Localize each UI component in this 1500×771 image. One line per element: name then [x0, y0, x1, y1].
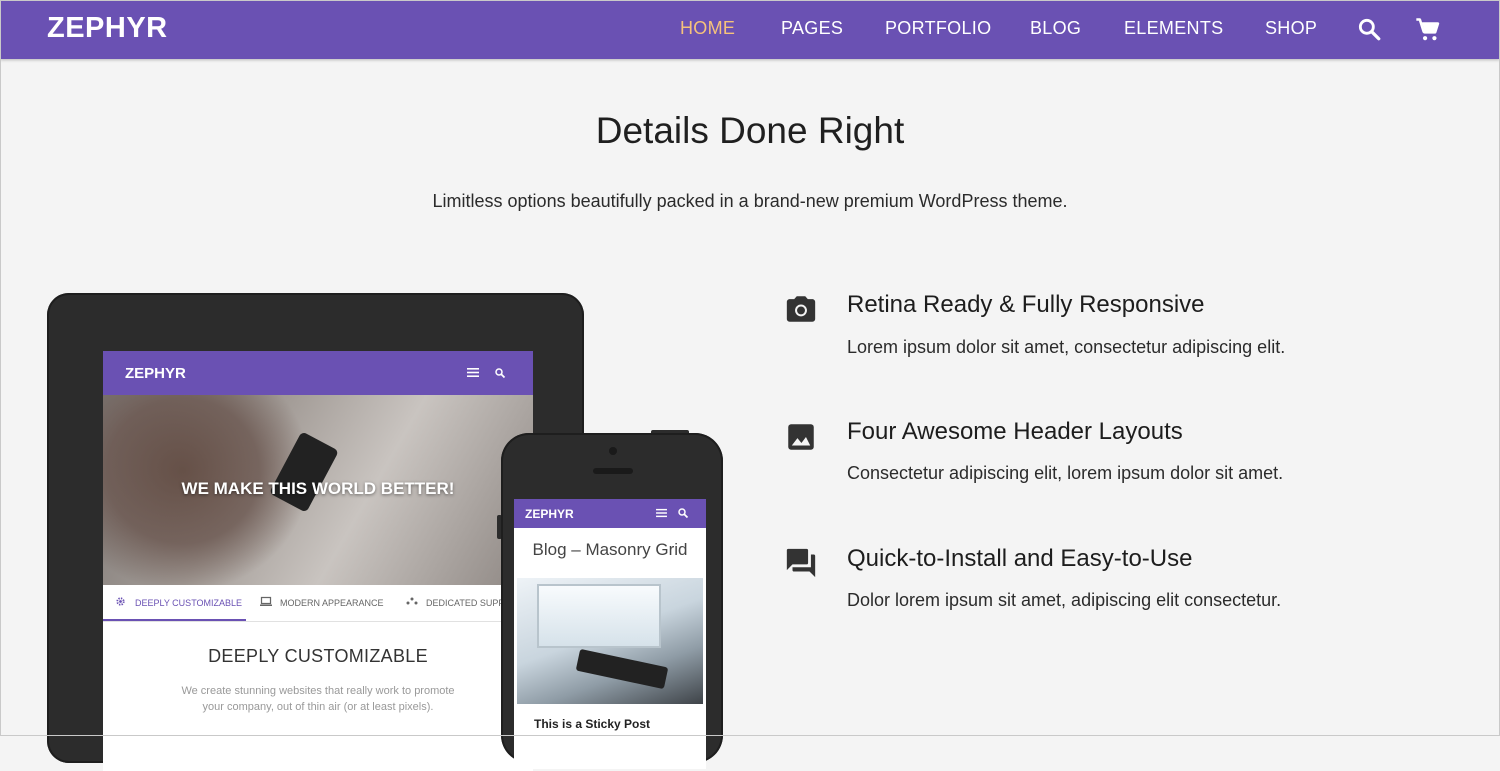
support-icon	[406, 597, 418, 605]
phone-header: ZEPHYR	[514, 499, 706, 528]
tab-dedicated-support[interactable]: DEDICATED SUPPO	[426, 598, 511, 608]
tablet-screen: ZEPHYR WE MAKE THIS WORLD BETTER! DEEPLY…	[103, 351, 533, 771]
page-title: Details Done Right	[595, 110, 905, 151]
feature-text-retina: Lorem ipsum dolor sit amet, consectetur …	[847, 337, 1286, 357]
phone-post-image	[517, 578, 703, 704]
tablet-hero-text: WE MAKE THIS WORLD BETTER!	[181, 479, 455, 498]
gear-icon	[116, 597, 125, 606]
tab-modern-appearance[interactable]: MODERN APPEARANCE	[280, 598, 384, 608]
page-subtitle: Limitless options beautifully packed in …	[432, 191, 1068, 211]
tablet-header: ZEPHYR	[103, 351, 533, 395]
site-logo[interactable]: ZEPHYR	[47, 12, 168, 45]
tablet-tabs: DEEPLY CUSTOMIZABLE MODERN APPEARANCE DE…	[103, 585, 533, 622]
tablet-content-text: We create stunning websites that really …	[181, 685, 455, 713]
phone-speaker	[593, 468, 633, 474]
search-icon[interactable]	[1356, 16, 1382, 47]
phone-page-title: Blog – Masonry Grid	[532, 540, 688, 559]
image-icon	[784, 420, 818, 459]
feature-text-header: Consectetur adipiscing elit, lorem ipsum…	[847, 463, 1284, 483]
phone-post-title[interactable]: This is a Sticky Post	[534, 717, 650, 731]
laptop-icon	[260, 596, 272, 606]
tablet-content-title: DEEPLY CUSTOMIZABLE	[208, 646, 428, 666]
menu-icon	[656, 508, 667, 518]
search-icon	[495, 368, 506, 379]
phone-screen: ZEPHYR Blog – Masonry Grid This is a Sti…	[514, 499, 706, 769]
phone-mockup: ZEPHYR Blog – Masonry Grid This is a Sti…	[501, 433, 723, 769]
nav-item-portfolio[interactable]: PORTFOLIO	[885, 18, 991, 39]
camera-icon	[784, 292, 818, 331]
phone-logo: ZEPHYR	[525, 507, 574, 521]
active-tab-indicator	[103, 619, 246, 621]
tablet-hero-image: WE MAKE THIS WORLD BETTER!	[103, 395, 533, 585]
phone-camera	[609, 447, 617, 455]
feature-title-header: Four Awesome Header Layouts	[847, 418, 1183, 445]
post-image-window	[537, 584, 661, 648]
post-image-desk	[575, 648, 669, 690]
nav-item-pages[interactable]: PAGES	[781, 18, 843, 39]
feature-title-install: Quick-to-Install and Easy-to-Use	[847, 545, 1193, 572]
top-navbar: ZEPHYR HOME PAGES PORTFOLIO BLOG ELEMENT…	[0, 0, 1500, 59]
nav-item-shop[interactable]: SHOP	[1265, 18, 1317, 39]
feature-text-install: Dolor lorem ipsum sit amet, adipiscing e…	[847, 590, 1282, 610]
search-icon	[678, 508, 689, 519]
cart-icon[interactable]	[1414, 16, 1442, 49]
nav-item-blog[interactable]: BLOG	[1030, 18, 1081, 39]
feature-title-retina: Retina Ready & Fully Responsive	[847, 291, 1205, 318]
menu-icon	[467, 368, 479, 377]
tab-deeply-customizable[interactable]: DEEPLY CUSTOMIZABLE	[135, 598, 242, 608]
nav-item-elements[interactable]: ELEMENTS	[1124, 18, 1223, 39]
chat-icon	[784, 546, 818, 585]
nav-item-home[interactable]: HOME	[680, 18, 735, 39]
tablet-logo: ZEPHYR	[125, 365, 186, 382]
